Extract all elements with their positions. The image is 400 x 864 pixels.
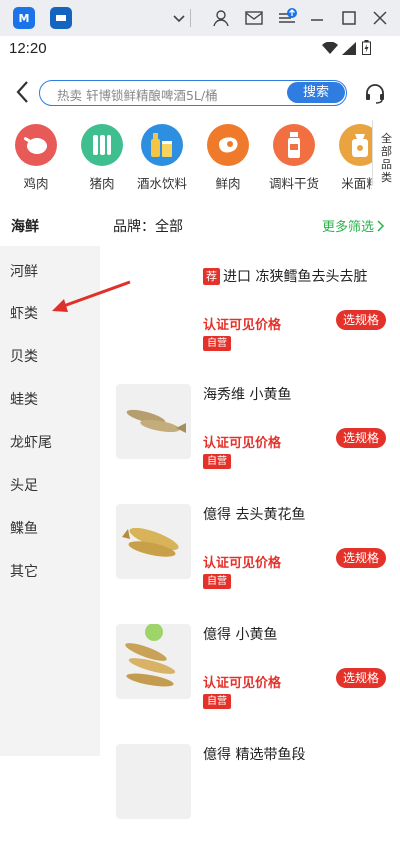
wifi-icon bbox=[322, 42, 338, 54]
app-tab-icon-active[interactable] bbox=[50, 7, 72, 29]
sidebar-item-other[interactable]: 其它 bbox=[10, 561, 38, 581]
select-spec-button[interactable]: 选规格 bbox=[336, 548, 386, 568]
category-label: 调料干货 bbox=[268, 176, 319, 191]
category-label: 米面粮 bbox=[341, 176, 372, 191]
more-filters-link[interactable]: 更多筛选 bbox=[322, 216, 386, 235]
battery-icon bbox=[362, 40, 371, 55]
customer-service-icon[interactable] bbox=[364, 82, 386, 104]
category-seasoning[interactable]: 调料干货 bbox=[261, 124, 327, 192]
sidebar-item-frog[interactable]: 蛙类 bbox=[10, 389, 38, 409]
product-price: 认证可见价格 bbox=[203, 436, 282, 451]
filter-row: 海鲜 品牌：全部 更多筛选 bbox=[0, 206, 400, 246]
rice-bag-icon bbox=[339, 124, 372, 166]
product-title: 荐进口 冻狭鳕鱼去头去脏 bbox=[203, 266, 367, 286]
self-operated-tag: 自营 bbox=[203, 694, 231, 709]
status-time: 12:20 bbox=[9, 40, 47, 57]
product-item[interactable]: 億得 小黄鱼 认证可见价格 自营 选规格 bbox=[100, 624, 400, 744]
chicken-icon bbox=[15, 124, 57, 166]
all-categories-button[interactable]: 全部品类 bbox=[372, 120, 400, 186]
sidebar-item-cephalopod[interactable]: 头足 bbox=[10, 475, 38, 495]
beer-bottle-icon bbox=[141, 124, 183, 166]
category-label: 鸡肉 bbox=[23, 176, 49, 191]
product-title-text: 进口 冻狭鳕鱼去头去脏 bbox=[223, 269, 368, 285]
product-title: 海秀维 小黄鱼 bbox=[203, 387, 292, 403]
product-title: 億得 精选带鱼段 bbox=[203, 747, 306, 763]
category-drinks[interactable]: 酒水饮料 bbox=[129, 124, 195, 192]
category-pork[interactable]: 猪肉 bbox=[69, 124, 135, 192]
search-bar-row: 热卖 轩博锁鲜精酿啤酒5L/桶 搜索 bbox=[0, 72, 400, 112]
category-label: 酒水饮料 bbox=[136, 176, 187, 191]
search-input[interactable]: 热卖 轩博锁鲜精酿啤酒5L/桶 搜索 bbox=[39, 80, 347, 106]
recommend-badge: 荐 bbox=[203, 268, 220, 285]
category-label: 鲜肉 bbox=[215, 176, 241, 191]
self-operated-tag: 自营 bbox=[203, 574, 231, 589]
product-price: 认证可见价格 bbox=[203, 676, 282, 691]
product-title: 億得 小黄鱼 bbox=[203, 627, 278, 643]
category-chicken[interactable]: 鸡肉 bbox=[3, 124, 69, 192]
search-button[interactable]: 搜索 bbox=[287, 82, 345, 103]
status-bar: 12:20 bbox=[0, 36, 400, 62]
sidebar-item-river-fish[interactable]: 河鲜 bbox=[10, 261, 38, 281]
self-operated-tag: 自营 bbox=[203, 336, 231, 351]
window-title-bar: M bbox=[0, 0, 400, 36]
divider bbox=[190, 9, 191, 27]
select-spec-button[interactable]: 选规格 bbox=[336, 428, 386, 448]
mail-icon[interactable] bbox=[244, 8, 264, 28]
brand-filter[interactable]: 品牌：全部 bbox=[113, 216, 183, 236]
product-item[interactable]: 荐进口 冻狭鳕鱼去头去脏 认证可见价格 自营 选规格 bbox=[100, 266, 400, 386]
maximize-icon[interactable] bbox=[339, 8, 359, 28]
menu-update-icon[interactable] bbox=[277, 8, 297, 28]
sidebar-item-flatfish[interactable]: 鲽鱼 bbox=[10, 518, 38, 538]
all-categories-label: 全部品类 bbox=[381, 132, 392, 184]
app-tab-icon[interactable]: M bbox=[13, 7, 35, 29]
sidebar-item-shrimp[interactable]: 虾类 bbox=[10, 303, 38, 323]
category-rice-flour[interactable]: 米面粮 bbox=[327, 124, 372, 192]
product-item[interactable]: 億得 精选带鱼段 bbox=[100, 744, 400, 864]
chevron-right-icon bbox=[377, 220, 385, 232]
product-title: 億得 去头黄花鱼 bbox=[203, 507, 306, 523]
product-image-headless-croaker[interactable] bbox=[116, 504, 191, 579]
product-item[interactable]: 海秀维 小黄鱼 认证可见价格 自营 选规格 bbox=[100, 384, 400, 504]
current-category-label: 海鲜 bbox=[11, 219, 39, 235]
product-item[interactable]: 億得 去头黄花鱼 认证可见价格 自营 选规格 bbox=[100, 504, 400, 624]
subcategory-sidebar: 河鲜 虾类 贝类 蛙类 龙虾尾 头足 鲽鱼 其它 bbox=[0, 246, 100, 756]
pork-ribs-icon bbox=[81, 124, 123, 166]
category-fresh-meat[interactable]: 鲜肉 bbox=[195, 124, 261, 192]
product-price: 认证可见价格 bbox=[203, 318, 282, 333]
more-filters-label: 更多筛选 bbox=[322, 220, 375, 235]
select-spec-button[interactable]: 选规格 bbox=[336, 310, 386, 330]
select-spec-button[interactable]: 选规格 bbox=[336, 668, 386, 688]
category-row: 鸡肉 猪肉 酒水饮料 鲜肉 调料干货 米面粮 bbox=[0, 120, 372, 192]
product-price: 认证可见价格 bbox=[203, 556, 282, 571]
product-image-hairtail[interactable] bbox=[116, 744, 191, 819]
seasoning-bottle-icon bbox=[273, 124, 315, 166]
self-operated-tag: 自营 bbox=[203, 454, 231, 469]
sidebar-item-lobster-tail[interactable]: 龙虾尾 bbox=[10, 432, 52, 452]
chevron-down-icon[interactable] bbox=[169, 8, 189, 28]
category-label: 猪肉 bbox=[89, 176, 115, 191]
user-icon[interactable] bbox=[211, 8, 231, 28]
product-image-small-croaker[interactable] bbox=[116, 624, 191, 699]
sidebar-item-shellfish[interactable]: 贝类 bbox=[10, 346, 38, 366]
close-icon[interactable] bbox=[370, 8, 390, 28]
product-image-small-yellow-croaker[interactable] bbox=[116, 384, 191, 459]
search-placeholder: 热卖 轩博锁鲜精酿啤酒5L/桶 bbox=[57, 88, 218, 103]
steak-icon bbox=[207, 124, 249, 166]
back-icon[interactable] bbox=[12, 78, 34, 106]
signal-icon bbox=[342, 42, 356, 55]
minimize-icon[interactable] bbox=[307, 8, 327, 28]
